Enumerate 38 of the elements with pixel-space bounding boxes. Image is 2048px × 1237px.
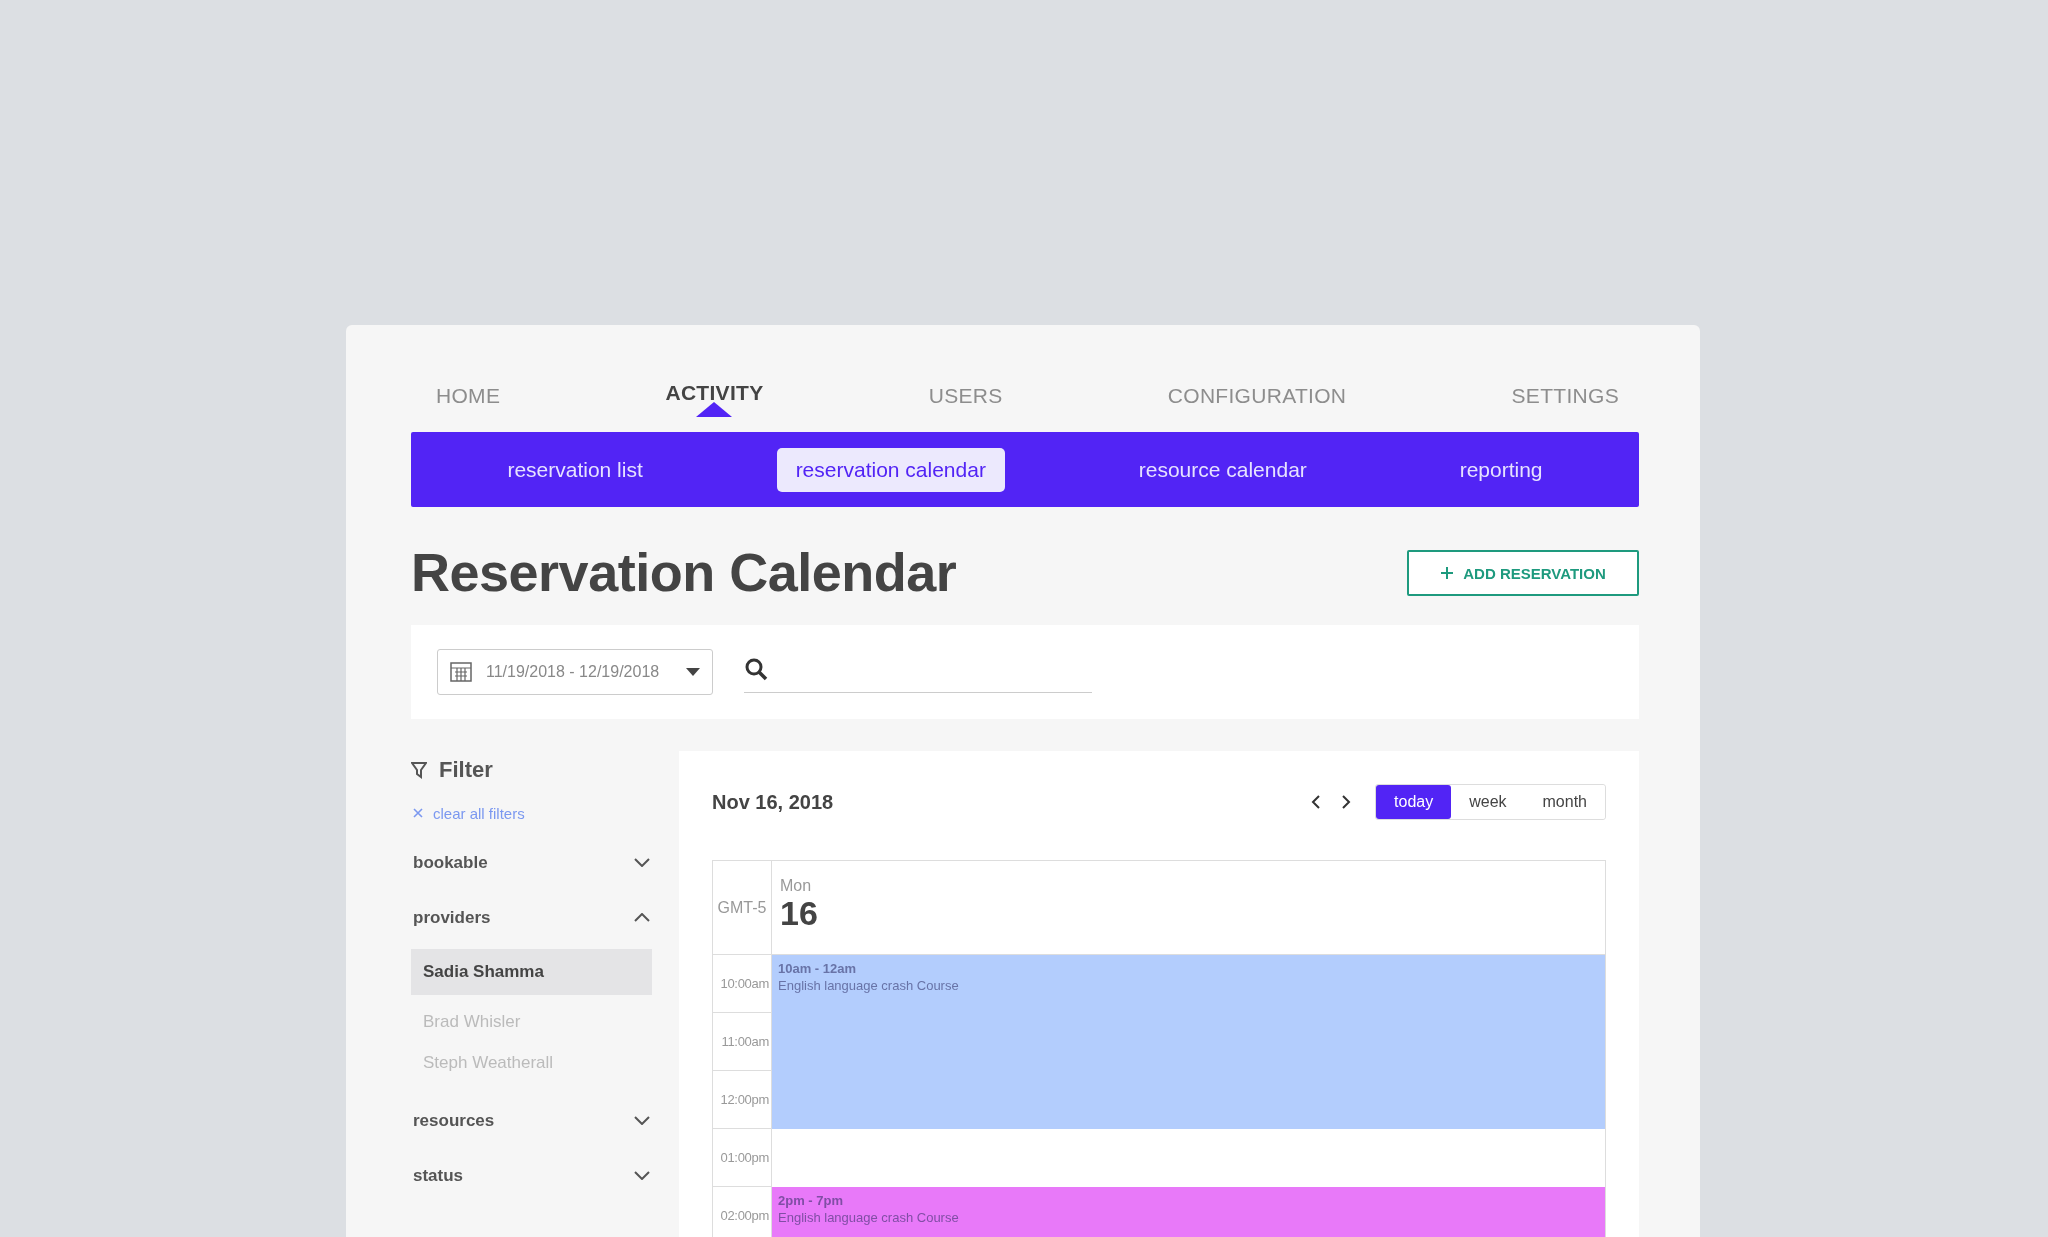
chevron-left-icon: [1311, 795, 1322, 809]
subnav-tab[interactable]: reservation calendar: [776, 447, 1005, 492]
time-label: 01:00pm: [713, 1128, 771, 1186]
search-icon: [744, 657, 768, 681]
nav-tab[interactable]: HOME: [436, 378, 501, 414]
day-number: 16: [780, 895, 819, 933]
nav-tab[interactable]: SETTINGS: [1511, 378, 1619, 414]
view-button[interactable]: today: [1376, 785, 1452, 819]
time-label: 02:00pm: [713, 1186, 771, 1237]
nav-tab[interactable]: USERS: [928, 378, 1003, 414]
time-label: 12:00pm: [713, 1070, 771, 1128]
subnav-tab[interactable]: reporting: [1440, 447, 1562, 492]
add-reservation-button[interactable]: ADD RESERVATION: [1407, 550, 1639, 596]
filter-icon: [411, 761, 427, 779]
nav-tab[interactable]: CONFIGURATION: [1167, 378, 1347, 414]
day-name: Mon: [780, 877, 813, 895]
tab-pointer-icon: [696, 402, 733, 417]
filter-section-header[interactable]: bookable: [411, 835, 652, 890]
filter-section-header[interactable]: providers: [411, 890, 652, 945]
caret-icon: [686, 668, 700, 676]
calendar-icon: [450, 662, 472, 682]
filter-title: Filter: [439, 757, 493, 783]
nav-tab[interactable]: ACTIVITY: [665, 375, 764, 411]
close-icon: [413, 808, 423, 818]
chevron-right-icon: [1341, 795, 1352, 809]
time-label: 10:00am: [713, 954, 771, 1012]
date-range-dropdown[interactable]: 11/19/2018 - 12/19/2018: [437, 649, 713, 695]
subnav-tab[interactable]: resource calendar: [1119, 447, 1326, 492]
calendar-date: Nov 16, 2018: [712, 790, 835, 814]
provider-item[interactable]: Sadia Shamma: [411, 949, 652, 995]
filter-section-header[interactable]: status: [411, 1148, 652, 1203]
time-label: 11:00am: [713, 1012, 771, 1070]
subnav-tab[interactable]: reservation list: [488, 447, 662, 492]
timezone-label: GMT-5: [713, 861, 772, 954]
plus-icon: [1440, 566, 1455, 580]
page-title: Reservation Calendar: [411, 541, 957, 604]
calendar-event[interactable]: 10am - 12am English language crash Course: [772, 955, 1605, 1129]
filter-section-header[interactable]: resources: [411, 1093, 652, 1148]
